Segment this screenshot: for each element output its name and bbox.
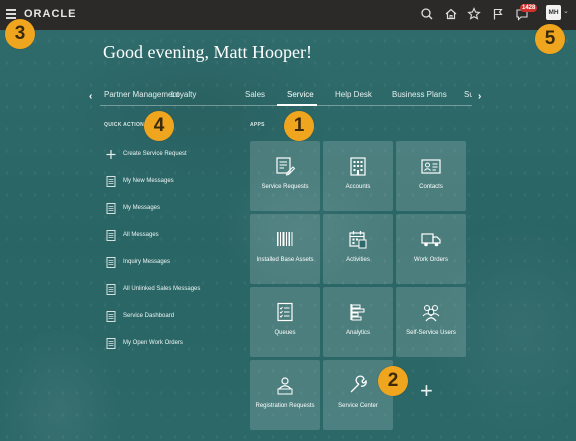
contact-card-icon	[420, 155, 442, 177]
app-tile-label: Contacts	[419, 184, 443, 190]
quick-action-label: My Open Work Orders	[123, 340, 183, 346]
quick-action-my-open-work-orders[interactable]: My Open Work Orders	[106, 336, 183, 350]
quick-action-label: My New Messages	[123, 178, 174, 184]
add-app-plus-icon[interactable]: +	[420, 380, 433, 402]
tab-loyalty[interactable]: Loyalty	[171, 90, 196, 99]
quick-action-service-dashboard[interactable]: Service Dashboard	[106, 309, 174, 323]
building-icon	[347, 155, 369, 177]
app-tile-label: Work Orders	[414, 257, 448, 263]
star-icon[interactable]	[466, 6, 482, 22]
flag-icon[interactable]	[490, 6, 506, 22]
app-tile-label: Self-Service Users	[406, 330, 456, 336]
quick-actions-heading: QUICK ACTIONS	[104, 122, 148, 128]
quick-action-label: My Messages	[123, 205, 161, 211]
chevron-down-icon[interactable]: ⌄	[563, 7, 569, 15]
quick-action-label: Service Dashboard	[123, 313, 175, 319]
app-tile-queues[interactable]: Queues	[250, 287, 320, 357]
apps-heading: APPS	[250, 122, 265, 128]
tab-help-desk[interactable]: Help Desk	[335, 90, 372, 99]
quick-action-my-new-messages[interactable]: My New Messages	[106, 174, 174, 188]
hamburger-menu-icon[interactable]	[6, 9, 16, 19]
quick-action-inquiry-messages[interactable]: Inquiry Messages	[106, 255, 170, 269]
callout-4: 4	[144, 111, 174, 141]
calendar-icon	[347, 228, 369, 250]
oracle-logo[interactable]: ORACLE	[24, 8, 76, 20]
tabs-scroll-left-icon[interactable]: ‹	[89, 91, 92, 102]
tab-service[interactable]: Service	[287, 90, 314, 99]
document-icon	[106, 283, 116, 295]
quick-action-label: Inquiry Messages	[123, 259, 171, 265]
barcode-icon	[274, 228, 296, 250]
app-tile-registration-requests[interactable]: Registration Requests	[250, 360, 320, 430]
tab-business-plans[interactable]: Business Plans	[392, 90, 447, 99]
truck-icon	[420, 228, 442, 250]
top-bar: ORACLE 1428 MH ⌄	[0, 0, 576, 30]
home-icon[interactable]	[443, 6, 459, 22]
notification-badge: 1428	[520, 4, 538, 12]
quick-action-create-service-request[interactable]: Create Service Request	[106, 147, 187, 161]
callout-5: 5	[535, 24, 565, 54]
quick-action-my-messages[interactable]: My Messages	[106, 201, 160, 215]
checklist-icon	[274, 301, 296, 323]
quick-action-all-messages[interactable]: All Messages	[106, 228, 159, 242]
app-tile-label: Installed Base Assets	[256, 257, 314, 263]
plus-icon	[106, 149, 116, 160]
greeting-title: Good evening, Matt Hooper!	[103, 42, 312, 62]
document-icon	[106, 229, 116, 241]
app-tile-analytics[interactable]: Analytics	[323, 287, 393, 357]
app-tile-accounts[interactable]: Accounts	[323, 141, 393, 211]
app-tile-label: Queues	[274, 330, 296, 336]
quick-action-all-unlinked-sales-messages[interactable]: All Unlinked Sales Messages	[106, 282, 200, 296]
callout-3: 3	[5, 19, 35, 49]
tab-more[interactable]: Su	[464, 90, 472, 99]
app-tile-work-orders[interactable]: Work Orders	[396, 214, 466, 284]
user-avatar[interactable]: MH	[546, 5, 561, 20]
callout-1: 1	[284, 111, 314, 141]
app-tile-label: Activities	[346, 257, 370, 263]
tab-partner-management[interactable]: Partner Management	[104, 90, 179, 99]
document-icon	[106, 310, 116, 322]
service-request-icon	[274, 155, 296, 177]
users-icon	[420, 301, 442, 323]
app-tile-label: Service Center	[338, 403, 378, 409]
app-tile-installed-base-assets[interactable]: Installed Base Assets	[250, 214, 320, 284]
search-icon[interactable]	[419, 6, 435, 22]
app-tile-label: Service Requests	[261, 184, 309, 190]
app-tile-label: Analytics	[345, 330, 370, 336]
app-tile-self-service-users[interactable]: Self-Service Users	[396, 287, 466, 357]
active-tab-indicator	[277, 104, 317, 106]
tabs-scroll-right-icon[interactable]: ›	[478, 91, 481, 102]
analytics-icon	[347, 301, 369, 323]
registration-icon	[274, 374, 296, 396]
document-icon	[106, 256, 116, 268]
quick-action-label: All Messages	[123, 232, 159, 238]
document-icon	[106, 175, 116, 187]
tab-sales[interactable]: Sales	[245, 90, 265, 99]
quick-action-label: Create Service Request	[123, 151, 187, 157]
app-tile-contacts[interactable]: Contacts	[396, 141, 466, 211]
app-tile-label: Accounts	[345, 184, 371, 190]
callout-2: 2	[378, 366, 408, 396]
document-icon	[106, 337, 116, 349]
document-icon	[106, 202, 116, 214]
app-tile-activities[interactable]: Activities	[323, 214, 393, 284]
app-tile-service-requests[interactable]: Service Requests	[250, 141, 320, 211]
quick-action-label: All Unlinked Sales Messages	[123, 286, 201, 292]
wrench-icon	[347, 374, 369, 396]
app-tile-label: Registration Requests	[255, 403, 315, 409]
